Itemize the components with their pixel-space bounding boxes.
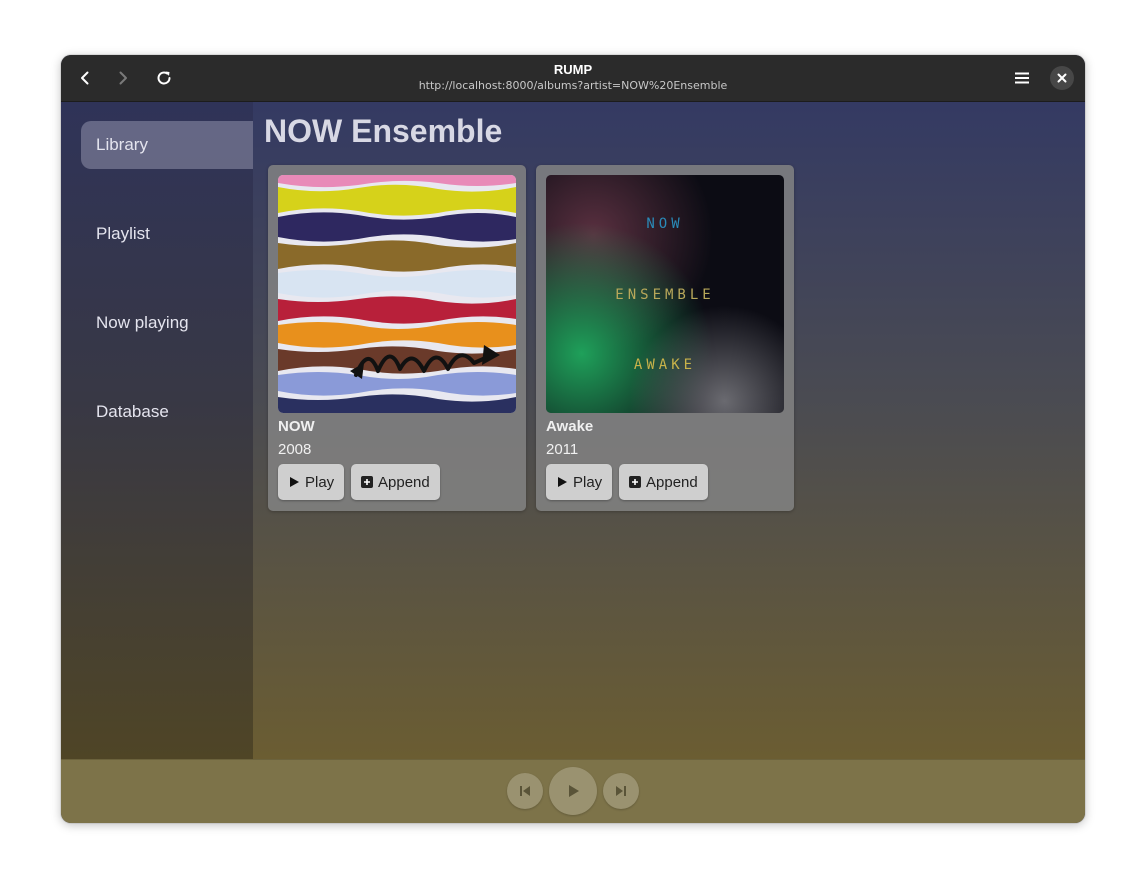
album-year: 2011 xyxy=(546,441,579,458)
hamburger-icon xyxy=(1015,72,1029,84)
play-icon xyxy=(569,785,579,797)
play-button[interactable]: Play xyxy=(278,464,345,500)
append-button[interactable]: Append xyxy=(619,464,708,500)
sidebar-item-playlist[interactable]: Playlist xyxy=(81,210,253,258)
main-panel: NOW Ensemble NOW 2008 Play Append NOW EN… xyxy=(253,102,1085,759)
close-button[interactable] xyxy=(1050,66,1074,90)
forward-button[interactable] xyxy=(109,64,137,92)
sidebar-item-label: Database xyxy=(96,402,169,421)
play-pause-button[interactable] xyxy=(549,767,597,815)
app-window: RUMP http://localhost:8000/albums?artist… xyxy=(61,55,1085,823)
play-icon xyxy=(290,477,299,487)
play-icon xyxy=(558,477,567,487)
sidebar-item-label: Library xyxy=(96,135,148,154)
page-title: NOW Ensemble xyxy=(264,113,503,149)
append-button[interactable]: Append xyxy=(351,464,440,500)
content-area: Library Playlist Now playing Database NO… xyxy=(61,102,1085,759)
cover-text: ENSEMBLE xyxy=(615,287,714,303)
window-title: RUMP xyxy=(553,62,593,77)
add-icon xyxy=(629,476,641,488)
album-cover-art xyxy=(278,175,516,413)
reload-icon xyxy=(157,71,171,85)
reload-button[interactable] xyxy=(150,64,178,92)
player-bar xyxy=(61,759,1085,823)
chevron-left-icon xyxy=(81,71,89,85)
sidebar: Library Playlist Now playing Database xyxy=(61,102,253,759)
album-cover[interactable] xyxy=(278,175,516,413)
sidebar-item-now-playing[interactable]: Now playing xyxy=(81,299,253,347)
sidebar-item-label: Now playing xyxy=(96,313,189,332)
chevron-right-icon xyxy=(119,71,127,85)
menu-button[interactable] xyxy=(1008,64,1036,92)
album-title: NOW xyxy=(278,418,315,435)
back-button[interactable] xyxy=(71,64,99,92)
title-block: RUMP http://localhost:8000/albums?artist… xyxy=(61,61,1085,94)
album-cover[interactable]: NOW ENSEMBLE AWAKE xyxy=(546,175,784,413)
album-title: Awake xyxy=(546,418,594,435)
sidebar-item-label: Playlist xyxy=(96,224,150,243)
sidebar-item-library[interactable]: Library xyxy=(81,121,253,169)
previous-button[interactable] xyxy=(507,773,543,809)
play-button[interactable]: Play xyxy=(546,464,613,500)
title-bar: RUMP http://localhost:8000/albums?artist… xyxy=(61,55,1085,102)
sidebar-item-database[interactable]: Database xyxy=(81,388,253,436)
play-button-label: Play xyxy=(573,473,603,491)
url-label: http://localhost:8000/albums?artist=NOW%… xyxy=(418,79,728,92)
append-button-label: Append xyxy=(646,473,698,491)
album-card: NOW ENSEMBLE AWAKE Awake 2011 Play Appen… xyxy=(536,165,794,511)
append-button-label: Append xyxy=(378,473,430,491)
close-icon xyxy=(1057,73,1067,83)
album-card: NOW 2008 Play Append xyxy=(268,165,526,511)
album-cover-art: NOW ENSEMBLE AWAKE xyxy=(546,175,784,413)
next-button[interactable] xyxy=(603,773,639,809)
skip-next-icon xyxy=(616,786,626,796)
skip-previous-icon xyxy=(520,786,530,796)
play-button-label: Play xyxy=(305,473,335,491)
cover-text: NOW xyxy=(646,216,683,232)
album-year: 2008 xyxy=(278,441,312,458)
add-icon xyxy=(361,476,373,488)
cover-text: AWAKE xyxy=(634,357,696,373)
